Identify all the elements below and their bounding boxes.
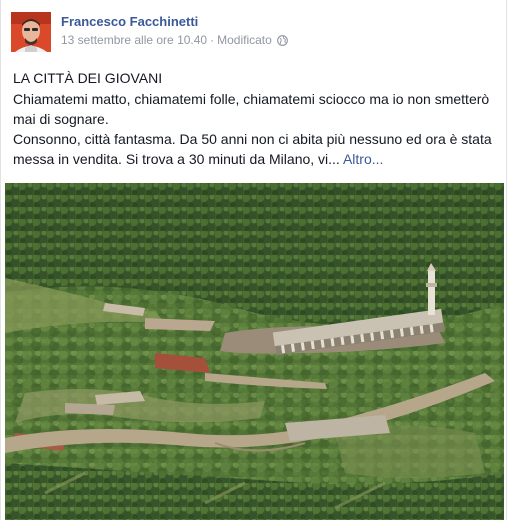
meta-separator: · bbox=[210, 33, 215, 47]
avatar[interactable] bbox=[11, 12, 51, 52]
see-more-link[interactable]: Altro... bbox=[343, 151, 383, 167]
post-photo[interactable] bbox=[5, 183, 504, 520]
globe-icon[interactable] bbox=[276, 34, 288, 46]
post-paragraph-2-text: Consonno, città fantasma. Da 50 anni non… bbox=[13, 131, 492, 167]
aerial-photo-image bbox=[5, 183, 504, 520]
post-paragraph-1: Chiamatemi matto, chiamatemi folle, chia… bbox=[13, 91, 490, 127]
post-body: LA CITTÀ DEI GIOVANI Chiamatemi matto, c… bbox=[13, 68, 497, 169]
author-name[interactable]: Francesco Facchinetti bbox=[61, 14, 198, 29]
post-timestamp[interactable]: 13 settembre alle ore 10.40 bbox=[61, 33, 207, 47]
post-paragraph-2: Consonno, città fantasma. Da 50 anni non… bbox=[13, 129, 497, 169]
edited-label[interactable]: Modificato bbox=[217, 33, 272, 47]
facebook-post: Francesco Facchinetti 13 settembre alle … bbox=[0, 0, 507, 520]
post-headline: LA CITTÀ DEI GIOVANI bbox=[13, 70, 163, 86]
post-header: Francesco Facchinetti 13 settembre alle … bbox=[11, 12, 501, 54]
avatar-image bbox=[11, 12, 51, 52]
post-meta: 13 settembre alle ore 10.40 · Modificato bbox=[61, 33, 288, 47]
